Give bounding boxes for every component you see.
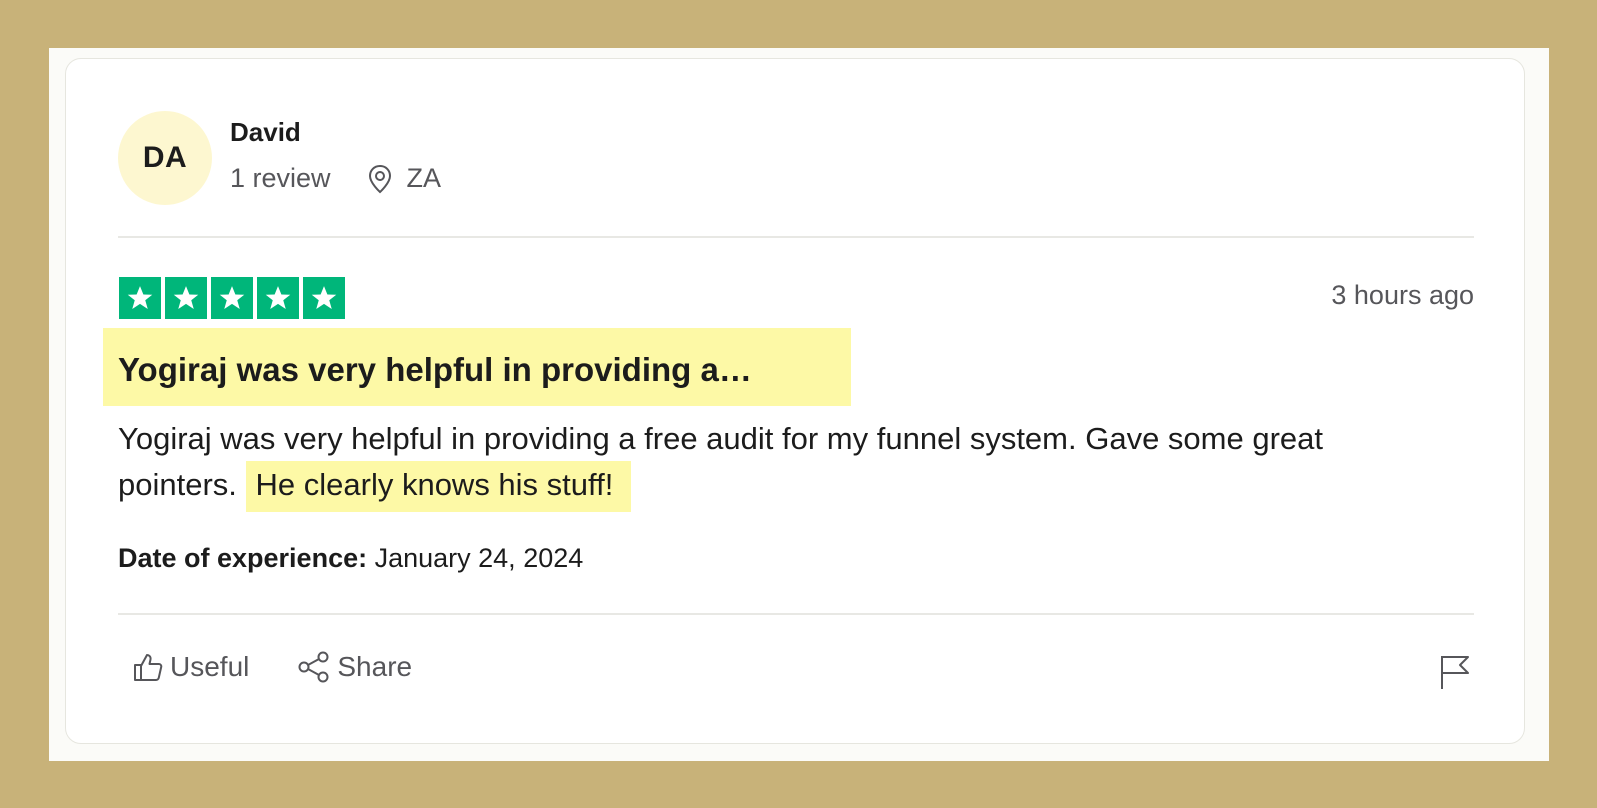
star-icon <box>257 277 299 319</box>
footer-divider <box>118 613 1474 615</box>
location-pin-icon <box>367 164 393 194</box>
star-icon <box>303 277 345 319</box>
share-button[interactable]: Share <box>297 651 412 683</box>
avatar[interactable]: DA <box>118 111 212 205</box>
share-icon <box>298 651 329 683</box>
star-icon <box>211 277 253 319</box>
star-rating <box>119 277 345 319</box>
date-of-experience: Date of experience: January 24, 2024 <box>118 543 583 574</box>
avatar-initials: DA <box>142 141 188 174</box>
review-body: Yogiraj was very helpful in providing a … <box>118 416 1448 512</box>
date-of-experience-value: January 24, 2024 <box>367 543 584 573</box>
date-of-experience-label: Date of experience: <box>118 543 368 573</box>
share-label: Share <box>337 651 413 682</box>
review-actions: Useful Share <box>132 651 412 683</box>
flag-icon <box>1441 656 1469 689</box>
header-divider <box>118 236 1474 238</box>
review-timestamp: 3 hours ago <box>1331 280 1474 310</box>
flag-button[interactable] <box>1438 653 1474 691</box>
review-body-highlight: He clearly knows his stuff! <box>245 461 632 512</box>
reviewer-name[interactable]: David <box>230 117 301 148</box>
useful-label: Useful <box>170 651 250 682</box>
useful-button[interactable]: Useful <box>132 651 249 683</box>
reviewer-country: ZA <box>406 163 442 193</box>
star-icon <box>165 277 207 319</box>
review-count: 1 review <box>230 163 331 193</box>
review-card: DA David 1 review ZA 3 hours ago Yogiraj… <box>65 58 1525 744</box>
review-title[interactable]: Yogiraj was very helpful in providing a… <box>118 351 752 389</box>
reviewer-meta: 1 review ZA <box>230 163 441 194</box>
thumbs-up-icon <box>134 654 163 681</box>
star-icon <box>119 277 161 319</box>
